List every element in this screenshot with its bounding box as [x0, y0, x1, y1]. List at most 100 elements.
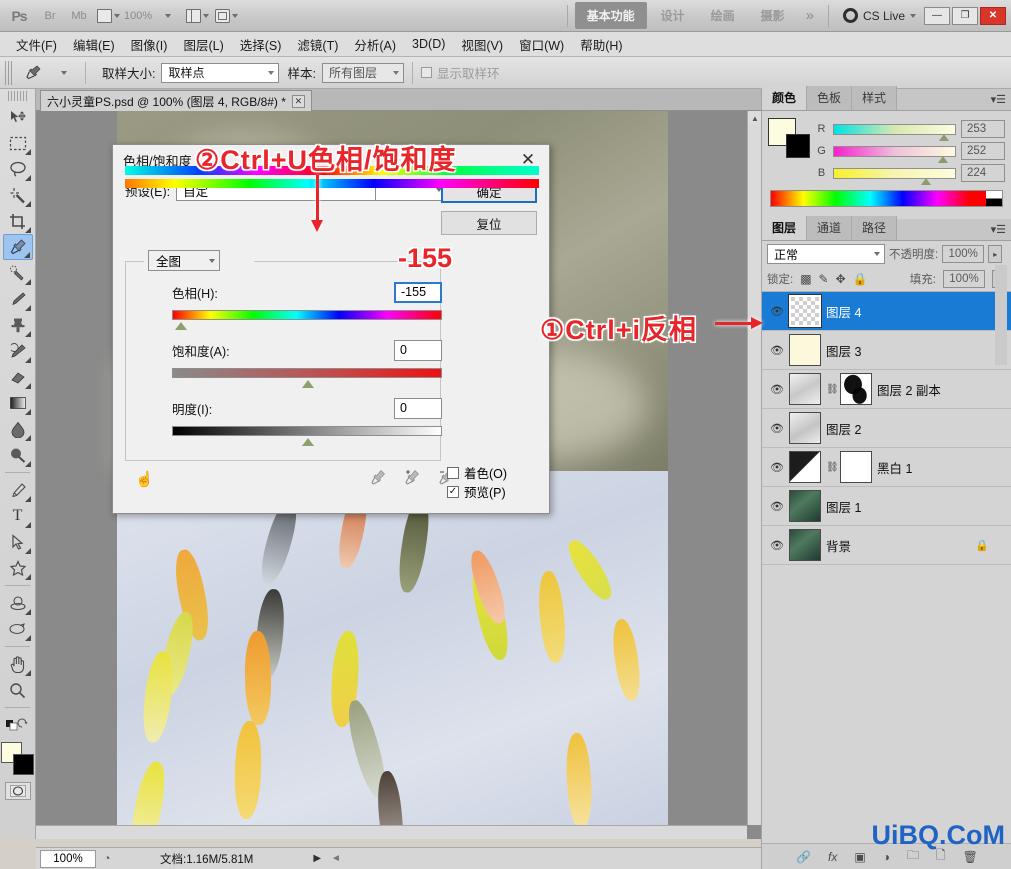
menu-analysis[interactable]: 分析(A) — [346, 32, 404, 57]
document-tab[interactable]: 六小灵童PS.psd @ 100% (图层 4, RGB/8#) * ✕ — [40, 90, 312, 111]
color-panel-menu-icon[interactable]: ▾☰ — [991, 93, 1006, 106]
menu-filter[interactable]: 滤镜(T) — [289, 32, 346, 57]
rotate-3d-object-tool[interactable] — [3, 590, 33, 616]
workspace-tab-photography[interactable]: 摄影 — [749, 3, 797, 28]
canvas-horizontal-scrollbar[interactable] — [36, 825, 747, 839]
red-slider[interactable] — [833, 123, 956, 141]
close-icon[interactable]: ✕ — [291, 94, 305, 108]
tab-swatches[interactable]: 色板 — [807, 86, 853, 110]
menu-file[interactable]: 文件(F) — [8, 32, 65, 57]
menu-layer[interactable]: 图层(L) — [175, 32, 231, 57]
zoom-dropdown[interactable] — [155, 4, 181, 28]
move-lock-icon[interactable]: ✥ — [836, 272, 846, 286]
tab-layers[interactable]: 图层 — [762, 216, 808, 240]
zoom-level-display[interactable]: 100% — [124, 4, 152, 28]
preview-checkbox[interactable]: ✓ 预览(P) — [447, 482, 539, 501]
clone-stamp-tool[interactable] — [3, 312, 33, 338]
lasso-tool[interactable] — [3, 156, 33, 182]
link-icon[interactable]: 🔗 — [796, 850, 811, 864]
eye-icon[interactable]: 👁 — [765, 422, 789, 435]
red-value[interactable]: 253 — [961, 120, 1005, 138]
table-row[interactable]: 👁 图层 3 — [762, 331, 1011, 370]
table-row[interactable]: 👁 图层 2 — [762, 409, 1011, 448]
fx-icon[interactable]: fx — [828, 850, 837, 864]
sample-select[interactable]: 所有图层 — [321, 62, 404, 83]
scroll-left-arrow[interactable]: ◄ — [331, 853, 341, 864]
zoom-tool[interactable] — [3, 677, 33, 703]
mask-icon[interactable]: ▣ — [854, 850, 865, 864]
eye-icon[interactable]: 👁 — [765, 344, 789, 357]
hand-tool[interactable] — [3, 651, 33, 677]
color-panel-swatches[interactable] — [768, 118, 812, 158]
reset-button[interactable]: 复位 — [441, 211, 537, 235]
eye-icon[interactable]: 👁 — [765, 383, 789, 396]
eye-icon[interactable]: 👁 — [765, 539, 789, 552]
sample-size-select[interactable]: 取样点 — [161, 62, 280, 83]
history-brush-tool[interactable] — [3, 338, 33, 364]
eye-icon[interactable]: 👁 — [765, 461, 789, 474]
colorize-checkbox[interactable]: 着色(O) — [447, 463, 539, 482]
layer-thumbnail[interactable] — [789, 334, 821, 366]
mini-bridge-button[interactable]: Mb — [66, 4, 92, 28]
eraser-tool[interactable] — [3, 364, 33, 390]
slider-thumb[interactable] — [939, 133, 950, 141]
hue-slider-thumb[interactable] — [175, 322, 187, 330]
scroll-up-arrow[interactable]: ▲ — [748, 111, 761, 125]
crop-tool[interactable] — [3, 208, 33, 234]
type-tool[interactable]: T — [3, 503, 33, 529]
channel-select[interactable]: 全图 — [148, 250, 220, 271]
tool-preset-dropdown[interactable] — [51, 61, 77, 85]
layer-thumbnail[interactable] — [788, 294, 822, 328]
eyedropper-tool[interactable] — [2, 234, 33, 260]
show-sampling-ring-checkbox[interactable]: 显示取样环 — [420, 63, 499, 82]
eye-icon[interactable]: 👁 — [765, 305, 789, 318]
green-slider[interactable] — [833, 145, 956, 163]
table-row[interactable]: 👁 背景 🔒 — [762, 526, 1011, 565]
canvas-vertical-scrollbar[interactable]: ▲ — [747, 111, 761, 825]
blue-value[interactable]: 224 — [961, 164, 1005, 182]
color-spectrum-ramp[interactable] — [770, 190, 1003, 207]
close-button[interactable]: ✕ — [980, 6, 1006, 25]
lightness-input[interactable]: 0 — [394, 397, 442, 419]
lightness-slider-thumb[interactable] — [301, 438, 314, 446]
status-menu-arrow[interactable]: ▶ — [313, 853, 321, 864]
rotate-3d-camera-tool[interactable] — [3, 616, 33, 642]
bridge-button[interactable]: Br — [37, 4, 63, 28]
layers-panel-menu-icon[interactable]: ▾☰ — [991, 223, 1006, 236]
blend-mode-select[interactable]: 正常 — [767, 244, 885, 264]
link-icon[interactable]: ⛓ — [826, 462, 839, 473]
preview-icon[interactable]: ◔ — [96, 850, 118, 868]
layer-mask-thumbnail[interactable] — [840, 451, 872, 483]
move-tool[interactable] — [3, 104, 33, 130]
menu-3d[interactable]: 3D(D) — [404, 34, 453, 54]
menu-window[interactable]: 窗口(W) — [511, 32, 572, 57]
rectangular-marquee-tool[interactable] — [3, 130, 33, 156]
eyedropper-icon[interactable] — [18, 61, 48, 85]
table-row[interactable]: 👁 ⛓ 黑白 1 — [762, 448, 1011, 487]
eyedropper-add-icon[interactable] — [404, 469, 420, 489]
lightness-slider-track[interactable] — [172, 426, 442, 446]
screen-mode-button[interactable] — [184, 4, 210, 28]
layer-thumbnail[interactable] — [789, 373, 821, 405]
table-row[interactable]: 👁 图层 1 — [762, 487, 1011, 526]
options-bar-grip[interactable] — [5, 60, 14, 85]
fill-value[interactable]: 100% — [943, 270, 985, 288]
quick-mask-button[interactable] — [4, 782, 31, 800]
menu-select[interactable]: 选择(S) — [232, 32, 290, 57]
layer-thumbnail[interactable] — [789, 529, 821, 561]
tab-paths[interactable]: 路径 — [852, 216, 898, 240]
opacity-value[interactable]: 100% — [942, 245, 985, 263]
menu-edit[interactable]: 编辑(E) — [65, 32, 123, 57]
transparency-lock-icon[interactable]: ▩ — [800, 272, 811, 286]
brush-lock-icon[interactable]: ✎ — [819, 272, 829, 286]
color-swatches[interactable] — [0, 742, 35, 776]
menu-image[interactable]: 图像(I) — [123, 32, 176, 57]
hue-slider-track[interactable] — [172, 310, 442, 330]
brush-tool[interactable] — [3, 286, 33, 312]
menu-view[interactable]: 视图(V) — [453, 32, 511, 57]
table-row[interactable]: 👁 图层 4 — [762, 292, 1011, 331]
tab-channels[interactable]: 通道 — [807, 216, 853, 240]
more-workspaces-icon[interactable]: » — [798, 7, 822, 24]
gradient-tool[interactable] — [3, 390, 33, 416]
slider-thumb[interactable] — [921, 177, 932, 185]
